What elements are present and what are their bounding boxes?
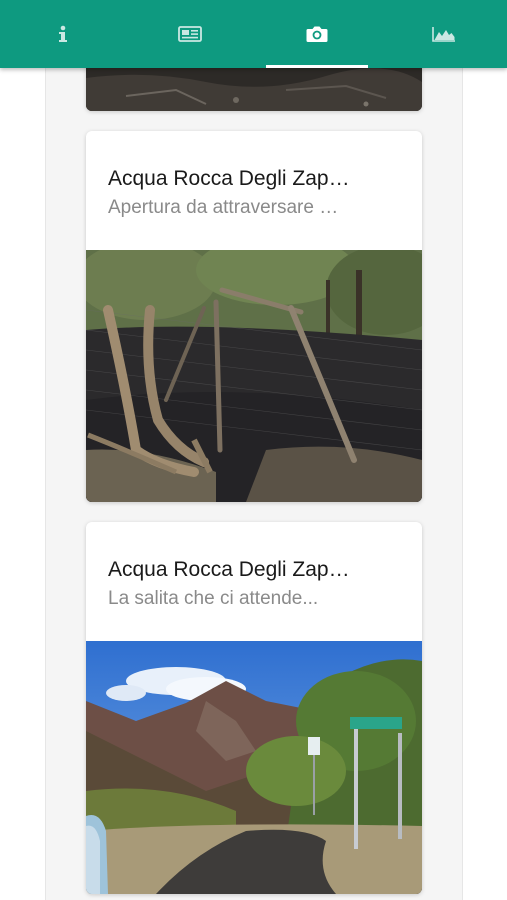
- newspaper-icon: [178, 26, 203, 42]
- active-tab-indicator: [265, 65, 369, 68]
- photo-list[interactable]: Acqua Rocca Degli Zap… Apertura da attra…: [45, 68, 463, 900]
- tab-photos[interactable]: [254, 0, 381, 68]
- card-subtitle: La salita che ci attende...: [108, 588, 319, 609]
- card-title: Acqua Rocca Degli Zap…: [108, 167, 350, 190]
- tab-info[interactable]: [0, 0, 127, 68]
- photo-image[interactable]: [86, 68, 422, 111]
- card-header: Acqua Rocca Degli Zap… La salita che ci …: [86, 522, 422, 641]
- tab-elevation[interactable]: [380, 0, 507, 68]
- photo-card[interactable]: [86, 68, 422, 111]
- photo-image[interactable]: [86, 641, 422, 894]
- card-header: Acqua Rocca Degli Zap… Apertura da attra…: [86, 131, 422, 250]
- info-icon: [56, 25, 70, 43]
- card-subtitle: Apertura da attraversare …: [108, 197, 339, 218]
- photo-card[interactable]: Acqua Rocca Degli Zap… Apertura da attra…: [86, 131, 422, 502]
- camera-icon: [306, 25, 328, 43]
- photo-image[interactable]: [86, 250, 422, 502]
- photo-card[interactable]: Acqua Rocca Degli Zap… La salita che ci …: [86, 522, 422, 894]
- elevation-chart-icon: [431, 26, 456, 42]
- tab-news[interactable]: [127, 0, 254, 68]
- tab-bar: [0, 0, 507, 68]
- card-title: Acqua Rocca Degli Zap…: [108, 558, 350, 581]
